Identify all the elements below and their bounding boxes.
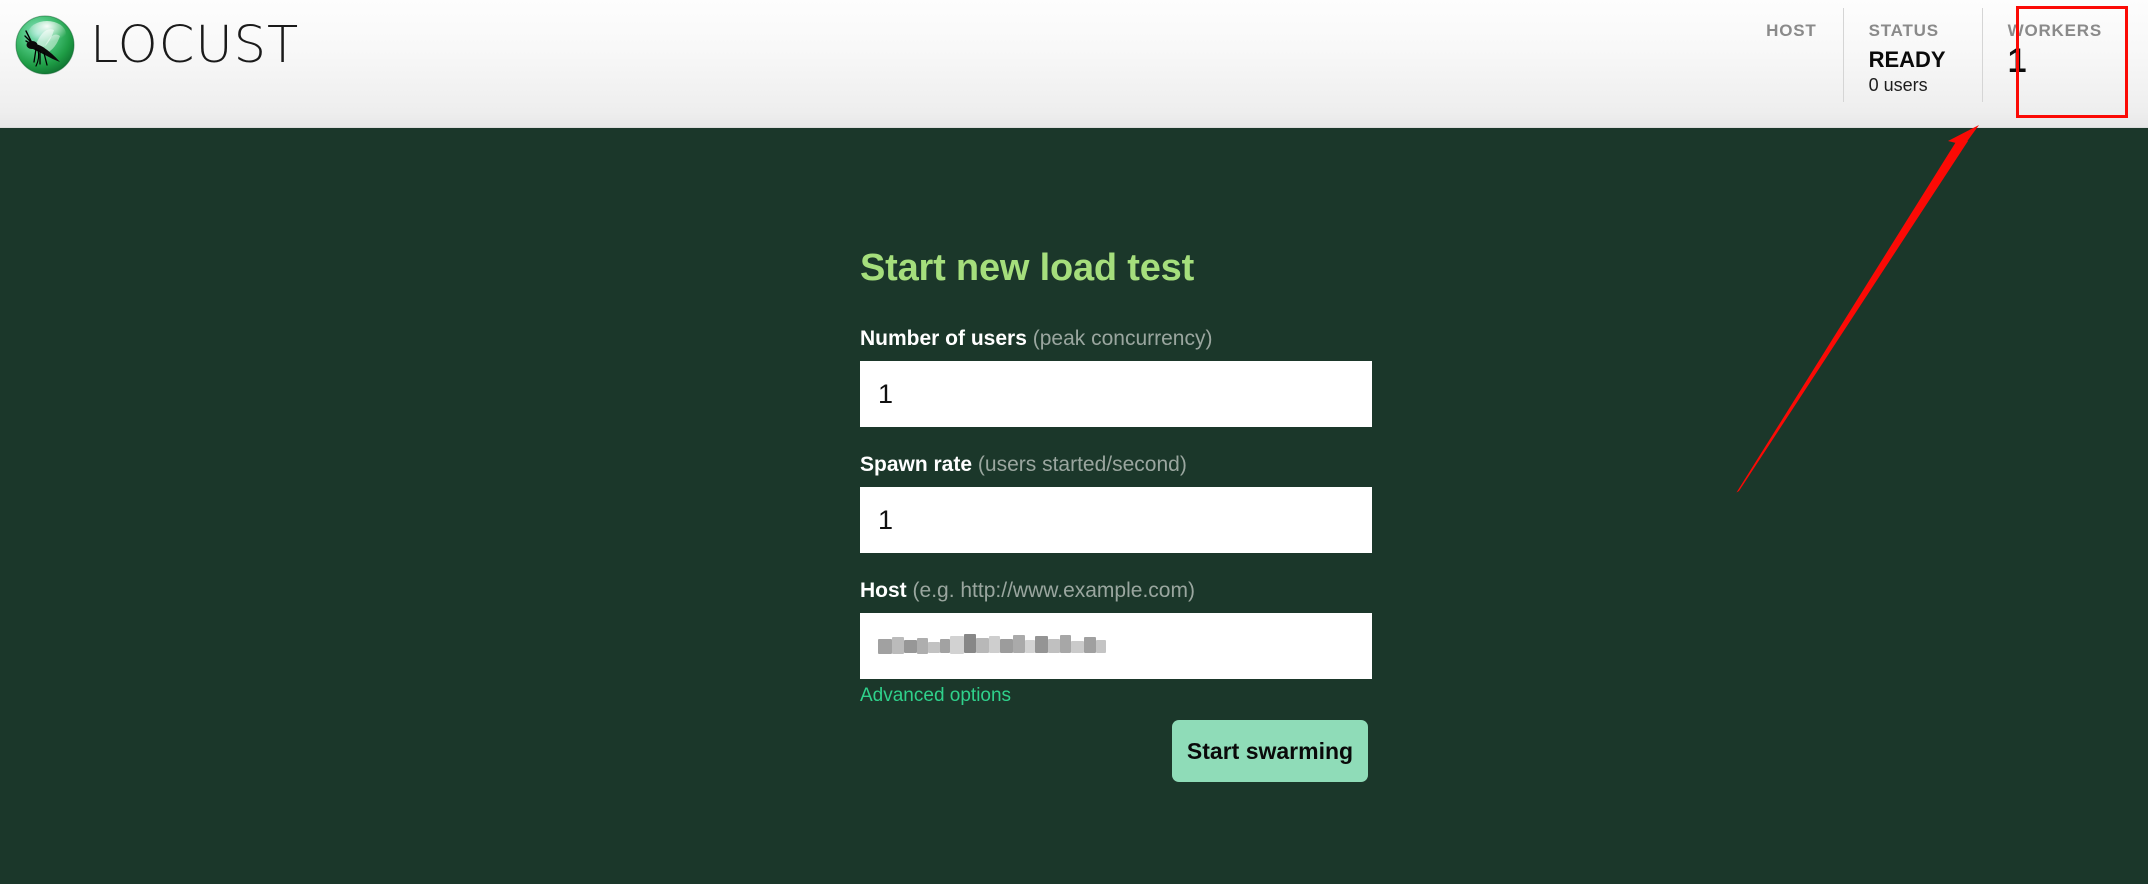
app-header: LOCUST HOST STATUS READY 0 users WORKERS… [0,0,2148,128]
field-host-label: Host (e.g. http://www.example.com) [860,578,1372,603]
stat-host: HOST [1740,0,1842,126]
field-host-hint: (e.g. http://www.example.com) [912,579,1195,603]
field-spawn-rate-label-text: Spawn rate [860,452,973,476]
stat-status-label: STATUS [1868,21,1939,40]
stat-status-value: READY [1868,46,1946,72]
brand[interactable]: LOCUST [0,0,299,76]
field-number-of-users-label-text: Number of users [860,326,1027,350]
stat-status-users: 0 users [1868,75,1928,96]
brand-name: LOCUST [90,15,300,75]
field-number-of-users-hint: (peak concurrency) [1032,326,1213,350]
stat-workers-value: 1 [2007,41,2027,80]
start-swarming-button[interactable]: Start swarming [1172,720,1368,783]
number-of-users-input[interactable] [860,360,1372,427]
field-number-of-users: Number of users (peak concurrency) [860,326,1372,427]
host-value-redacted [878,633,1106,659]
field-spawn-rate-label: Spawn rate (users started/second) [860,452,1372,477]
page-title: Start new load test [860,247,1195,289]
field-number-of-users-label: Number of users (peak concurrency) [860,326,1372,351]
field-spawn-rate-hint: (users started/second) [977,452,1187,476]
spawn-rate-input[interactable] [860,487,1372,554]
advanced-options-link[interactable]: Advanced options [860,685,1011,708]
stat-workers-label: WORKERS [2007,21,2102,40]
stat-workers: WORKERS 1 [1981,0,2128,126]
field-host-label-text: Host [860,579,907,603]
form-actions: Start swarming [860,720,1372,783]
stat-status: STATUS READY 0 users [1842,0,1972,126]
locust-logo-icon [14,14,76,76]
locust-web-ui: LOCUST HOST STATUS READY 0 users WORKERS… [0,0,2148,884]
field-host: Host (e.g. http://www.example.com) [860,578,1372,680]
main-content: Start new load test Number of users (pea… [0,128,2148,884]
header-stats: HOST STATUS READY 0 users WORKERS 1 [1740,0,2148,126]
start-test-form: Start new load test Number of users (pea… [860,247,1372,783]
field-spawn-rate: Spawn rate (users started/second) [860,452,1372,554]
stat-host-label: HOST [1766,21,1817,40]
